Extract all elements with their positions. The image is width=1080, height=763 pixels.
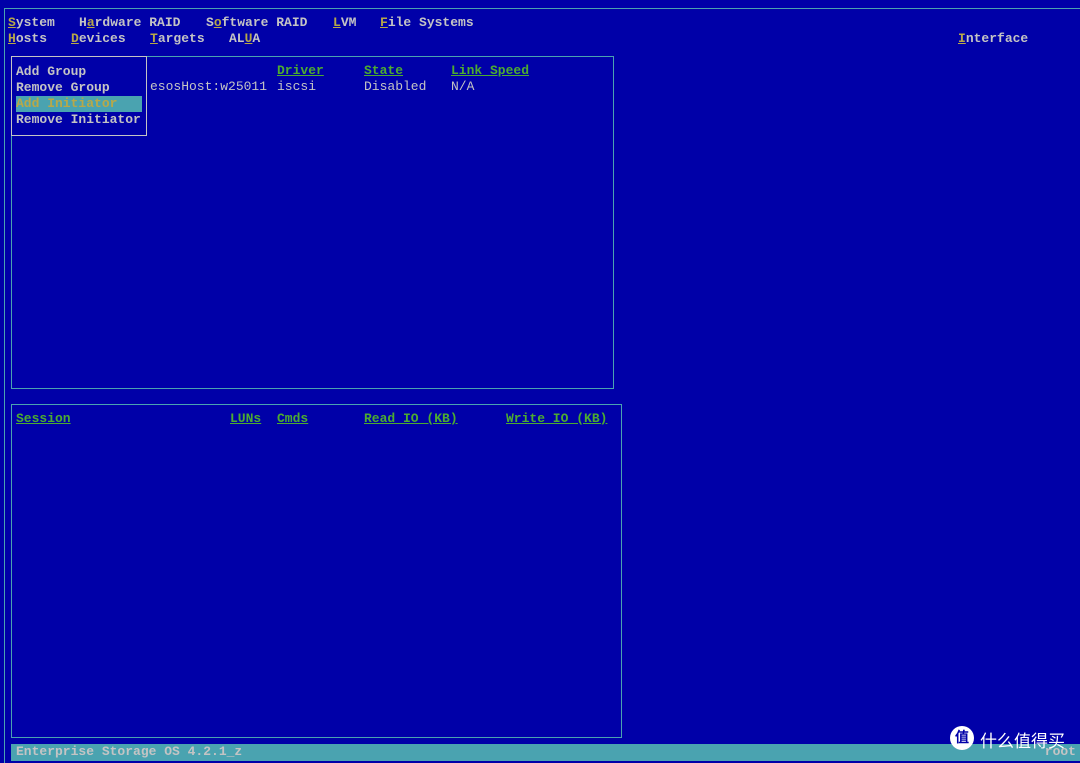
menu-item-add-group[interactable]: Add Group <box>16 64 142 80</box>
menu-label: VM <box>340 15 357 30</box>
menu-lvm[interactable]: LVM <box>333 15 356 31</box>
cell-state: Disabled <box>364 79 427 94</box>
menu-hosts[interactable]: Hosts <box>8 31 47 47</box>
menu-system[interactable]: System <box>8 15 55 31</box>
status-os-version: Enterprise Storage OS 4.2.1_z <box>16 744 243 759</box>
watermark-text: 什么值得买 <box>980 732 1065 752</box>
hotkey: a <box>86 15 95 30</box>
hotkey: F <box>380 15 388 30</box>
menu-label: rdware RAID <box>94 15 181 30</box>
menu-software-raid[interactable]: Software RAID <box>206 15 307 31</box>
menu-interface[interactable]: Interface <box>958 31 1028 47</box>
status-bar: Enterprise Storage OS 4.2.1_z root <box>11 744 1080 761</box>
column-header-driver[interactable]: Driver <box>277 63 324 79</box>
hotkey: o <box>213 15 222 30</box>
menu-devices[interactable]: Devices <box>71 31 126 47</box>
column-header-write-io[interactable]: Write IO (KB) <box>506 411 607 427</box>
hotkey: H <box>8 31 16 46</box>
cell-link-speed: N/A <box>451 79 475 94</box>
hosts-dropdown-menu: Add Group Remove Group Add Initiator Rem… <box>11 56 147 136</box>
menu-label: S <box>206 15 214 30</box>
hotkey: I <box>958 31 966 46</box>
menu-item-remove-group[interactable]: Remove Group <box>16 80 142 96</box>
menu-alua[interactable]: ALUA <box>229 31 260 47</box>
menu-label: H <box>79 15 87 30</box>
menu-item-remove-initiator[interactable]: Remove Initiator <box>16 112 142 128</box>
menu-label: evices <box>78 31 126 46</box>
menu-item-add-initiator[interactable]: Add Initiator <box>16 96 142 112</box>
menu-targets[interactable]: Targets <box>150 31 205 47</box>
hotkey: L <box>333 15 341 30</box>
menu-label: argets <box>157 31 205 46</box>
menu-label: AL <box>229 31 245 46</box>
cell-driver: iscsi <box>277 79 317 94</box>
cell-target: esosHost:w25011 <box>150 79 268 94</box>
column-header-cmds[interactable]: Cmds <box>277 411 308 427</box>
column-header-session[interactable]: Session <box>16 411 71 427</box>
hotkey: S <box>8 15 16 30</box>
menu-label: nterface <box>965 31 1029 46</box>
column-header-read-io[interactable]: Read IO (KB) <box>364 411 458 427</box>
menu-file-systems[interactable]: File Systems <box>380 15 474 31</box>
menu-label: ftware RAID <box>221 15 308 30</box>
hotkey: D <box>71 31 79 46</box>
menu-label: osts <box>15 31 48 46</box>
menu-label: ystem <box>15 15 55 30</box>
column-header-luns[interactable]: LUNs <box>230 411 261 427</box>
watermark-logo-icon: 值 <box>950 726 974 750</box>
sessions-panel <box>11 404 622 738</box>
hotkey: T <box>150 31 158 46</box>
column-header-link-speed[interactable]: Link Speed <box>451 63 529 79</box>
menu-label: A <box>252 31 261 46</box>
menu-label: ile Systems <box>387 15 474 30</box>
menu-hardware-raid[interactable]: Hardware RAID <box>79 15 180 31</box>
column-header-state[interactable]: State <box>364 63 403 79</box>
